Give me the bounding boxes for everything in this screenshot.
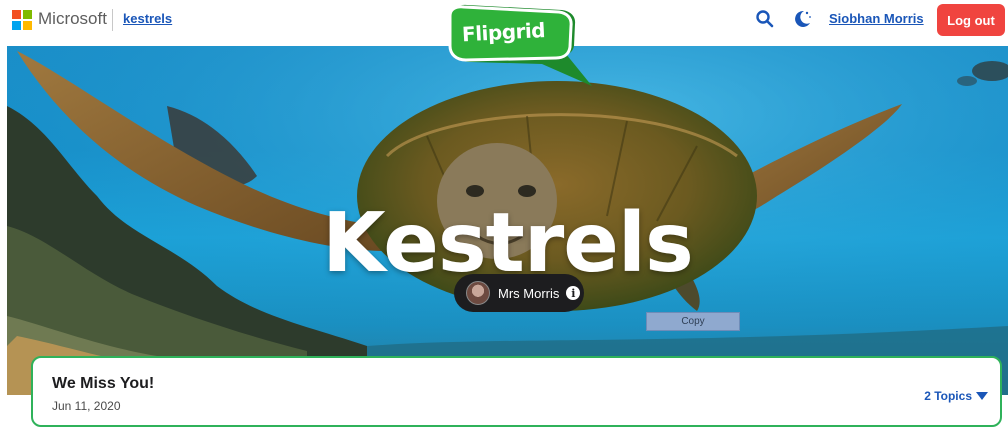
group-breadcrumb-link[interactable]: kestrels [123,11,172,26]
topic-date: Jun 11, 2020 [52,399,121,413]
hero-banner-image: Kestrels Mrs Morris i Copy [7,46,1008,395]
owner-name: Mrs Morris [498,285,560,301]
info-icon[interactable]: i [566,286,581,300]
page: Microsoft kestrels Siobhan Morris Log ou… [0,0,1008,430]
topic-title: We Miss You! [52,375,155,392]
user-profile-link[interactable]: Siobhan Morris [829,11,924,26]
caret-down-icon [976,392,988,400]
flipgrid-logo-icon[interactable] [442,4,592,90]
microsoft-brand-label: Microsoft [38,9,107,28]
topics-count-label: 2 Topics [924,389,972,403]
header-divider [112,9,113,31]
microsoft-logo-icon[interactable] [12,10,32,30]
copy-tooltip[interactable]: Copy [646,312,740,331]
moon-icon[interactable] [791,8,813,30]
search-icon[interactable] [755,9,775,29]
avatar [466,281,490,305]
logout-button[interactable]: Log out [937,4,1005,36]
topics-count-toggle[interactable]: 2 Topics [924,389,988,403]
topic-card[interactable]: We Miss You! Jun 11, 2020 2 Topics [31,356,1002,427]
group-owner-pill[interactable]: Mrs Morris i [454,274,584,312]
flipgrid-logo-text: Flipgrid [461,18,546,47]
